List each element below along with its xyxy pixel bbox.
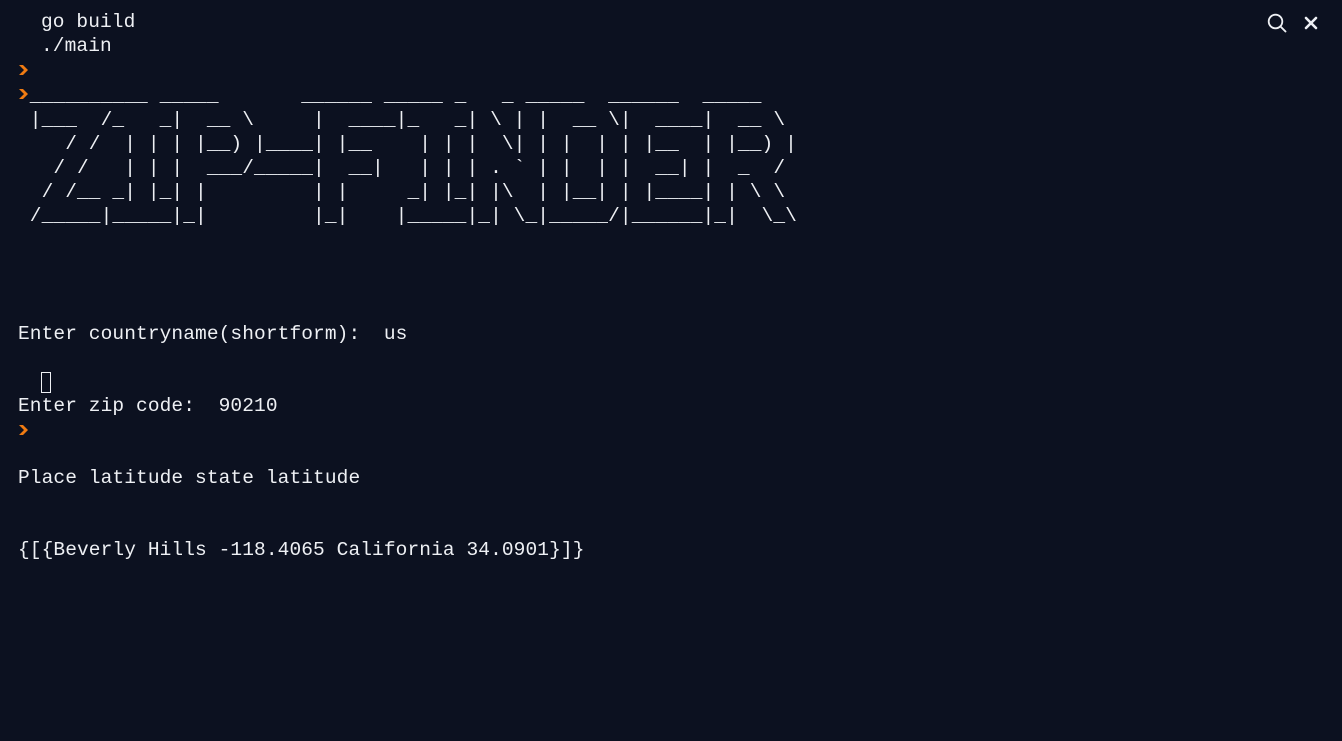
output-line: {[{Beverly Hills -118.4065 California 34… (18, 539, 585, 561)
search-button[interactable] (1266, 10, 1288, 36)
close-button[interactable] (1300, 10, 1322, 36)
command-text: ./main (41, 35, 112, 57)
output-line: Enter countryname(shortform): us (18, 323, 408, 345)
command-line: go build (18, 10, 136, 75)
prompt-chevron-icon (18, 370, 30, 435)
program-output: Enter countryname(shortform): us Enter z… (18, 274, 585, 610)
command-line: ./main (18, 34, 112, 99)
terminal-window[interactable]: go build ./main __________ _____ ______ … (0, 0, 1342, 741)
text-cursor (41, 372, 51, 393)
prompt-chevron-icon (18, 10, 30, 75)
output-line: Place latitude state latitude (18, 467, 361, 489)
output-line: Enter zip code: 90210 (18, 395, 278, 417)
terminal-toolbar (1266, 10, 1322, 36)
search-icon (1267, 13, 1287, 33)
ascii-banner: __________ _____ ______ _____ _ _ _____ … (29, 85, 797, 227)
close-icon (1304, 16, 1318, 30)
prompt-chevron-icon (18, 34, 30, 99)
active-prompt-line[interactable] (18, 370, 51, 435)
command-text: go build (41, 11, 136, 33)
